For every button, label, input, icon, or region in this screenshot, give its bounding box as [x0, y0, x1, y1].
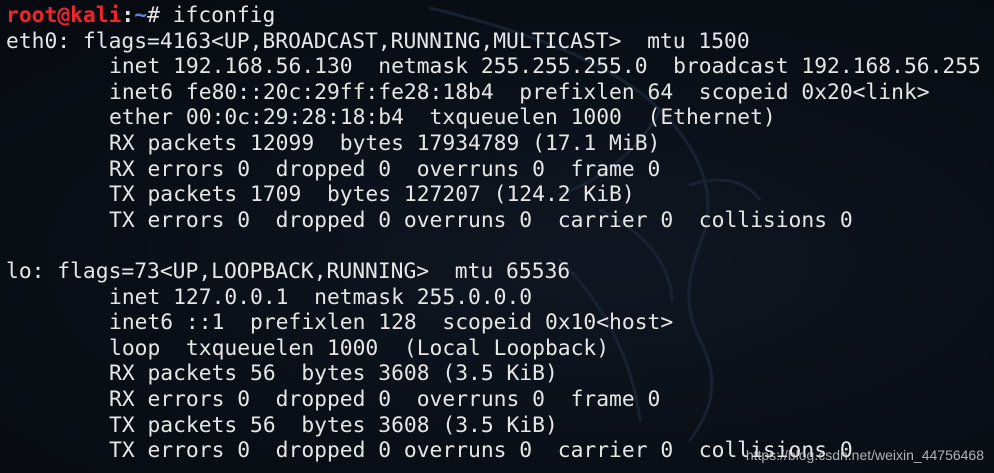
csdn-watermark: https://blog.csdn.net/weixin_44756468: [745, 447, 984, 463]
prompt-user-host: root@kali: [6, 3, 122, 28]
lo-inet6-line: inet6 ::1 prefixlen 128 scopeid 0x10<hos…: [109, 310, 674, 336]
eth0-tx-packets-line: TX packets 1709 bytes 127207 (124.2 KiB): [109, 182, 635, 208]
interface-header-lo: lo: flags=73<UP,LOOPBACK,RUNNING> mtu 65…: [6, 258, 571, 284]
terminal-output: root@kali:~# ifconfig eth0: flags=4163<UP…: [6, 3, 981, 464]
eth0-inet6-line: inet6 fe80::20c:29ff:fe28:18b4 prefixlen…: [109, 79, 930, 105]
interface-header-eth0: eth0: flags=4163<UP,BROADCAST,RUNNING,MU…: [6, 28, 750, 54]
eth0-rx-errors-line: RX errors 0 dropped 0 overruns 0 frame 0: [109, 156, 661, 182]
prompt-line: root@kali:~# ifconfig: [6, 3, 981, 29]
eth0-tx-errors-line: TX errors 0 dropped 0 overruns 0 carrier…: [109, 207, 853, 233]
lo-rx-errors-line: RX errors 0 dropped 0 overruns 0 frame 0: [109, 386, 661, 412]
eth0-ether-line: ether 00:0c:29:28:18:b4 txqueuelen 1000 …: [109, 105, 776, 131]
lo-rx-packets-line: RX packets 56 bytes 3608 (3.5 KiB): [109, 361, 558, 387]
command-text: ifconfig: [172, 3, 276, 28]
lo-inet-line: inet 127.0.0.1 netmask 255.0.0.0: [109, 284, 533, 310]
prompt-symbol: #: [147, 3, 173, 28]
prompt-directory: ~: [134, 3, 148, 28]
prompt-separator: :: [121, 3, 135, 28]
eth0-rx-packets-line: RX packets 12099 bytes 17934789 (17.1 Mi…: [109, 130, 661, 156]
lo-loop-line: loop txqueuelen 1000 (Local Loopback): [109, 335, 610, 361]
eth0-inet-line: inet 192.168.56.130 netmask 255.255.255.…: [109, 54, 981, 80]
lo-tx-packets-line: TX packets 56 bytes 3608 (3.5 KiB): [109, 412, 558, 438]
terminal-window[interactable]: root@kali:~# ifconfig eth0: flags=4163<UP…: [0, 0, 994, 473]
